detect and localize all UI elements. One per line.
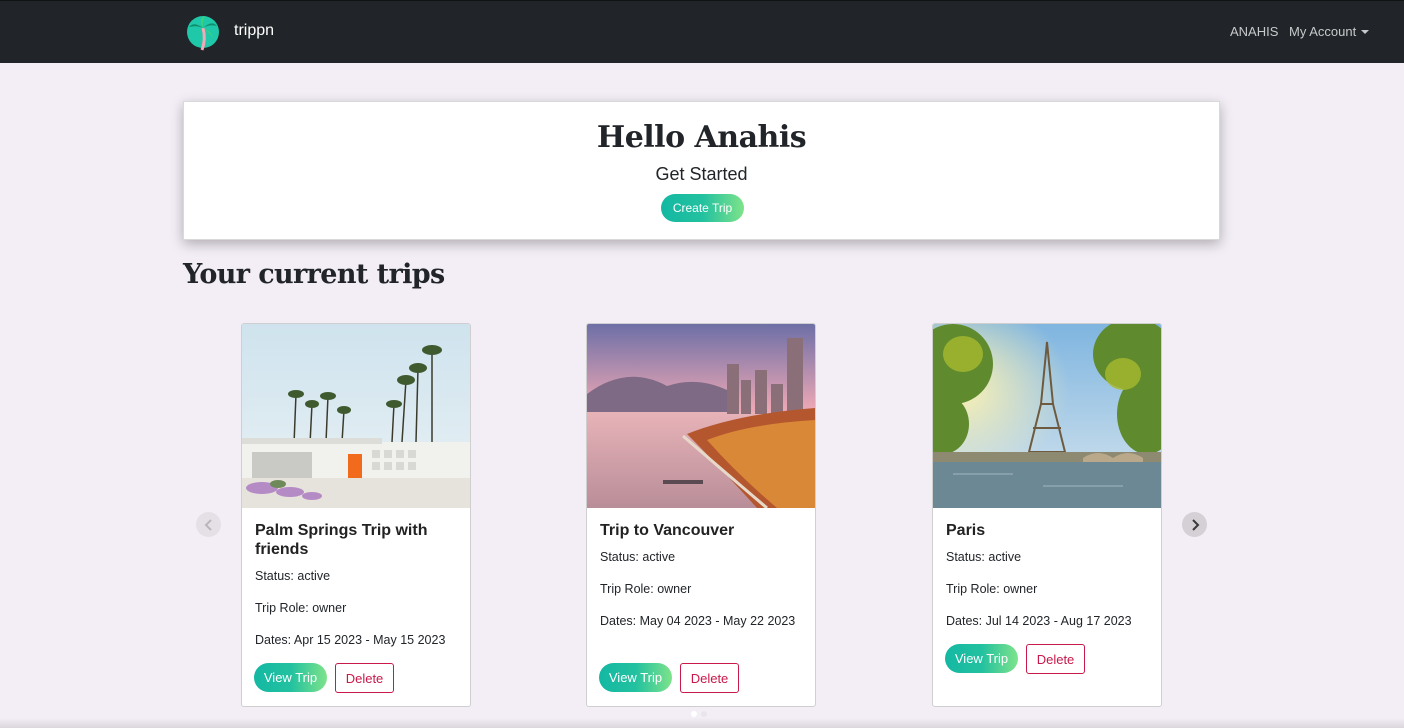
top-navbar: trippn ANAHIS My Account	[0, 0, 1404, 63]
view-trip-button[interactable]: View Trip	[599, 663, 672, 692]
palm-tree-logo-icon[interactable]	[186, 15, 220, 51]
chevron-left-icon	[204, 518, 212, 531]
trip-photo-palm-springs	[242, 324, 470, 508]
create-trip-button[interactable]: Create Trip	[661, 194, 744, 222]
trip-dates: Dates: May 04 2023 - May 22 2023	[600, 614, 796, 628]
carousel-dot-1[interactable]	[691, 711, 697, 717]
brand-name[interactable]: trippn	[234, 22, 274, 40]
caret-down-icon	[1361, 29, 1370, 34]
trip-role: Trip Role: owner	[255, 601, 347, 615]
trip-photo-vancouver	[587, 324, 815, 508]
my-account-dropdown[interactable]: My Account	[1289, 24, 1370, 39]
trip-role: Trip Role: owner	[600, 582, 692, 596]
carousel-next-button[interactable]	[1182, 512, 1207, 537]
view-trip-button[interactable]: View Trip	[945, 644, 1018, 673]
trip-status: Status: active	[600, 550, 676, 564]
trip-card: Trip to Vancouver Status: active Trip Ro…	[586, 323, 816, 707]
my-account-label: My Account	[1289, 24, 1357, 39]
greeting-heading: Hello Anahis	[596, 120, 807, 155]
nav-username[interactable]: ANAHIS	[1230, 24, 1278, 39]
trip-status: Status: active	[946, 550, 1022, 564]
trip-dates: Dates: Apr 15 2023 - May 15 2023	[255, 633, 446, 647]
trip-photo-paris	[933, 324, 1161, 508]
get-started-heading: Get Started	[655, 164, 748, 184]
carousel-dot-2[interactable]	[701, 711, 707, 717]
welcome-panel: Hello Anahis Get Started Create Trip	[183, 101, 1220, 240]
trip-dates: Dates: Jul 14 2023 - Aug 17 2023	[946, 614, 1132, 628]
delete-trip-button[interactable]: Delete	[335, 663, 394, 693]
current-trips-heading: Your current trips	[183, 259, 445, 290]
bottom-fade	[0, 718, 1404, 728]
delete-trip-button[interactable]: Delete	[680, 663, 739, 693]
carousel-indicators	[691, 711, 707, 717]
trip-card: Paris Status: active Trip Role: owner Da…	[932, 323, 1162, 707]
trip-status: Status: active	[255, 569, 331, 583]
view-trip-button[interactable]: View Trip	[254, 663, 327, 692]
trip-title: Paris	[946, 522, 986, 539]
chevron-right-icon	[1191, 518, 1199, 531]
trip-title: Palm Springs Trip with friends	[255, 522, 428, 558]
trip-role: Trip Role: owner	[946, 582, 1038, 596]
trip-card: Palm Springs Trip with friends Status: a…	[241, 323, 471, 707]
carousel-prev-button[interactable]	[196, 512, 221, 537]
trip-title: Trip to Vancouver	[600, 522, 735, 539]
delete-trip-button[interactable]: Delete	[1026, 644, 1085, 674]
